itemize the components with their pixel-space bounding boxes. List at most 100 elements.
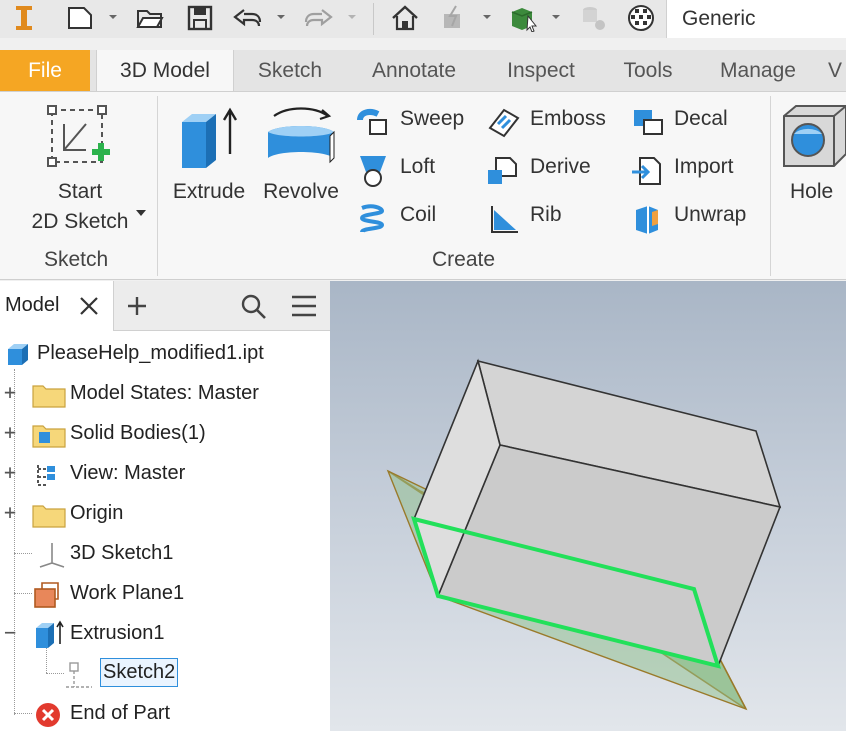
sketch-icon xyxy=(66,662,92,688)
tab-3d-model[interactable]: 3D Model xyxy=(96,50,234,92)
tree-item-label: Model States: Master xyxy=(70,382,259,404)
tree-item-label: 3D Sketch1 xyxy=(70,542,174,564)
material-ball-icon[interactable] xyxy=(624,4,658,32)
unwrap-label: Unwrap xyxy=(674,203,747,226)
start-sketch-dropdown-icon[interactable] xyxy=(136,210,146,218)
view-rep-icon xyxy=(37,465,55,486)
appearance-override-icon[interactable] xyxy=(576,4,610,32)
loft-button[interactable]: Loft xyxy=(354,152,474,187)
open-folder-icon[interactable] xyxy=(133,4,167,32)
menu-icon[interactable] xyxy=(290,294,318,318)
rib-label: Rib xyxy=(530,203,562,226)
emboss-button[interactable]: Emboss xyxy=(484,104,614,138)
derive-label: Derive xyxy=(530,155,591,178)
ribbon-tabs: File 3D Model Sketch Annotate Inspect To… xyxy=(0,50,846,92)
tab-sketch[interactable]: Sketch xyxy=(240,50,340,92)
decal-button[interactable]: Decal xyxy=(628,104,758,138)
sketch-panel-label[interactable]: Sketch xyxy=(44,248,108,272)
panel-separator xyxy=(157,96,158,276)
material-dropdown[interactable]: Generic xyxy=(666,0,846,38)
tab-file[interactable]: File xyxy=(0,50,90,92)
tree-item-view[interactable]: + View: Master xyxy=(0,459,330,489)
add-tab-icon[interactable] xyxy=(126,295,148,317)
tree-item-3d-sketch[interactable]: 3D Sketch1 xyxy=(0,539,330,569)
inventor-logo-icon[interactable] xyxy=(10,4,38,32)
folder-icon xyxy=(32,385,66,408)
panel-separator xyxy=(770,96,771,276)
browser-tab-model[interactable]: Model xyxy=(0,281,114,331)
import-icon xyxy=(632,157,661,185)
tree-item-end-of-part[interactable]: End of Part xyxy=(0,699,330,729)
select-dropdown-icon[interactable] xyxy=(551,12,561,22)
part-icon xyxy=(8,344,28,365)
hole-button[interactable]: Hole xyxy=(778,98,846,208)
revolve-button[interactable]: Revolve xyxy=(256,98,346,208)
tree-item-model-states[interactable]: + Model States: Master xyxy=(0,379,330,409)
coil-button[interactable]: Coil xyxy=(354,200,474,234)
home-icon[interactable] xyxy=(388,4,422,32)
tree-item-work-plane[interactable]: Work Plane1 xyxy=(0,579,330,609)
coil-icon xyxy=(359,204,385,234)
sweep-label: Sweep xyxy=(400,107,465,130)
sweep-button[interactable]: Sweep xyxy=(354,104,474,138)
rib-button[interactable]: Rib xyxy=(484,200,614,234)
search-icon[interactable] xyxy=(240,293,268,321)
extrude-button[interactable]: Extrude xyxy=(166,98,252,208)
redo-dropdown-icon[interactable] xyxy=(347,12,357,22)
redo-icon[interactable] xyxy=(300,4,336,32)
close-icon[interactable] xyxy=(78,295,100,317)
collapse-icon[interactable]: − xyxy=(4,620,16,644)
import-button[interactable]: Import xyxy=(628,152,758,186)
update-icon[interactable] xyxy=(436,4,472,32)
graphics-viewport[interactable] xyxy=(330,281,846,731)
tree-item-label: End of Part xyxy=(70,702,171,724)
hole-label: Hole xyxy=(790,180,834,203)
viewport-canvas[interactable] xyxy=(330,281,846,731)
expand-icon[interactable]: + xyxy=(4,420,16,444)
tab-manage[interactable]: Manage xyxy=(700,50,816,92)
revolve-label: Revolve xyxy=(263,180,339,203)
rib-icon xyxy=(491,206,518,233)
new-file-dropdown-icon[interactable] xyxy=(108,12,118,22)
folder-icon xyxy=(32,505,66,528)
expand-icon[interactable]: + xyxy=(4,380,16,404)
new-file-icon[interactable] xyxy=(62,4,98,32)
derive-button[interactable]: Derive xyxy=(484,152,614,186)
tree-item-label: PleaseHelp_modified1.ipt xyxy=(37,342,264,364)
start-2d-sketch-button[interactable]: Start 2D Sketch xyxy=(20,98,152,248)
toolbar-separator xyxy=(373,3,374,35)
start-2d-sketch-icon xyxy=(47,105,110,167)
tree-item-part-file[interactable]: PleaseHelp_modified1.ipt xyxy=(0,339,330,369)
tree-item-sketch2[interactable]: Sketch2 xyxy=(0,658,330,689)
tab-tools[interactable]: Tools xyxy=(606,50,690,92)
tree-item-origin[interactable]: + Origin xyxy=(0,499,330,529)
tree-item-label: Origin xyxy=(70,502,124,524)
extrusion-feature-icon xyxy=(36,620,64,648)
tree-item-solid-bodies[interactable]: + Solid Bodies(1) xyxy=(0,419,330,449)
start-sketch-label-line1: Start xyxy=(57,180,103,203)
unwrap-icon xyxy=(636,206,658,234)
undo-icon[interactable] xyxy=(230,4,266,32)
tab-annotate[interactable]: Annotate xyxy=(352,50,476,92)
emboss-label: Emboss xyxy=(530,107,606,130)
tab-view-partial[interactable]: V xyxy=(824,50,846,92)
undo-dropdown-icon[interactable] xyxy=(276,12,286,22)
decal-label: Decal xyxy=(674,107,728,130)
update-dropdown-icon[interactable] xyxy=(482,12,492,22)
sweep-icon xyxy=(357,109,387,135)
save-icon[interactable] xyxy=(184,4,216,32)
tree-item-extrusion[interactable]: − Extrusion1 xyxy=(0,619,330,649)
coil-label: Coil xyxy=(400,203,437,226)
unwrap-button[interactable]: Unwrap xyxy=(628,200,758,234)
ribbon-panel-area: Start 2D Sketch Sketch Extrude Revolve S… xyxy=(0,92,846,280)
select-priority-icon[interactable] xyxy=(504,4,544,32)
browser-tab-label: Model xyxy=(5,294,60,316)
create-panel-label[interactable]: Create xyxy=(432,248,495,272)
expand-icon[interactable]: + xyxy=(4,500,16,524)
tab-inspect[interactable]: Inspect xyxy=(490,50,592,92)
start-sketch-label-line2: 2D Sketch xyxy=(31,210,129,233)
extrude-label: Extrude xyxy=(172,180,246,203)
solid-bodies-folder-icon xyxy=(32,425,66,448)
revolve-icon xyxy=(268,107,335,164)
expand-icon[interactable]: + xyxy=(4,460,16,484)
